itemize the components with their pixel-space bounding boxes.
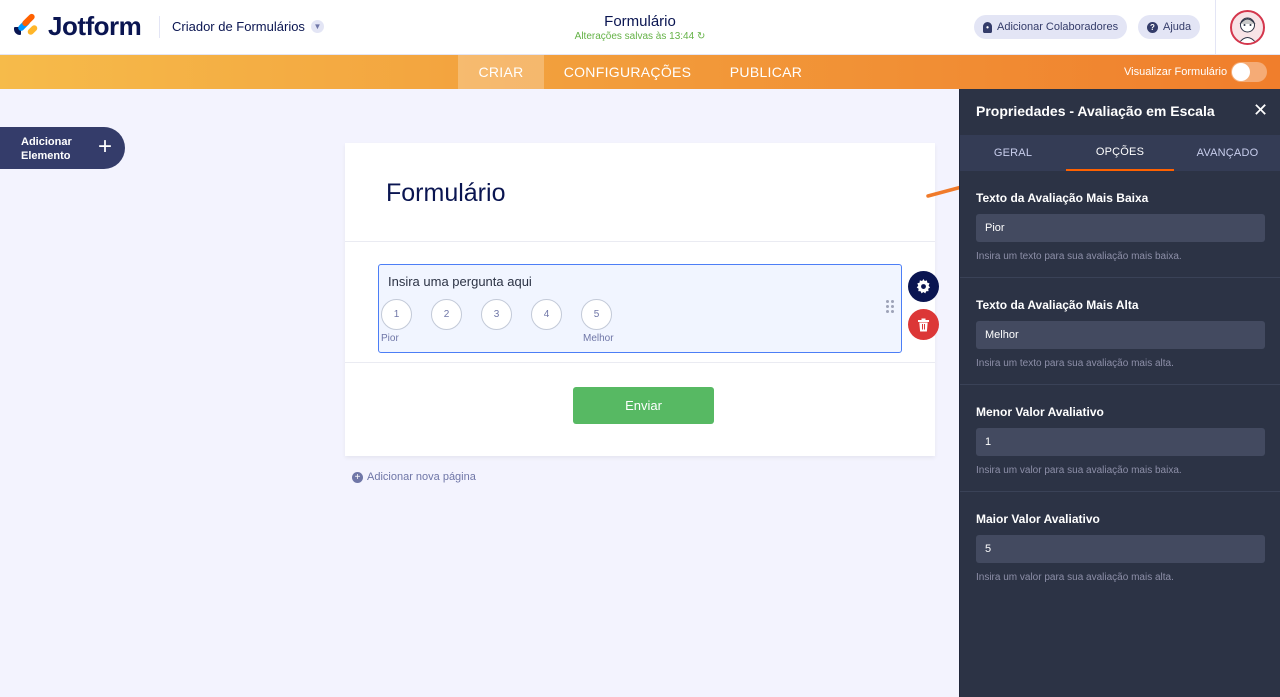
submit-button[interactable]: Enviar bbox=[573, 387, 714, 424]
lowest-rating-text-input[interactable]: Pior bbox=[976, 214, 1265, 242]
plus-icon: + bbox=[98, 133, 113, 160]
min-rating-value-label: Menor Valor Avaliativo bbox=[976, 405, 1104, 419]
highest-rating-text-label: Texto da Avaliação Mais Alta bbox=[976, 298, 1139, 312]
user-icon: • bbox=[983, 21, 992, 33]
lowest-rating-text-help: Insira um texto para sua avaliação mais … bbox=[976, 251, 1182, 262]
help-button[interactable]: ? Ajuda bbox=[1138, 15, 1201, 39]
add-new-page-label: Adicionar nova página bbox=[367, 471, 476, 483]
tab-publicar[interactable]: PUBLICAR bbox=[714, 55, 818, 89]
tab-geral[interactable]: GERAL bbox=[960, 135, 1066, 171]
high-rating-caption: Melhor bbox=[583, 333, 614, 344]
panel-title: Propriedades - Avaliação em Escala bbox=[976, 103, 1215, 119]
chevron-down-icon: ▼ bbox=[310, 20, 324, 33]
builder-label: Criador de Formulários bbox=[172, 19, 305, 34]
add-new-page-button[interactable]: + Adicionar nova página bbox=[352, 471, 476, 483]
form-title-header[interactable]: Formulário bbox=[540, 13, 740, 30]
add-collaborators-button[interactable]: • Adicionar Colaboradores bbox=[974, 15, 1128, 39]
min-rating-value-help: Insira um valor para sua avaliação mais … bbox=[976, 465, 1182, 476]
tab-criar[interactable]: CRIAR bbox=[458, 55, 544, 89]
rating-option-4[interactable]: 4 bbox=[531, 299, 562, 330]
preview-toggle[interactable] bbox=[1231, 62, 1267, 82]
logo-text: Jotform bbox=[48, 11, 142, 41]
form-heading[interactable]: Formulário bbox=[386, 179, 505, 208]
divider bbox=[345, 362, 935, 363]
avatar-area bbox=[1215, 0, 1280, 55]
max-rating-value-help: Insira um valor para sua avaliação mais … bbox=[976, 572, 1174, 583]
delete-button[interactable] bbox=[908, 309, 939, 340]
divider bbox=[345, 241, 935, 242]
rating-option-5[interactable]: 5 bbox=[581, 299, 612, 330]
min-rating-value-input[interactable]: 1 bbox=[976, 428, 1265, 456]
gear-icon bbox=[916, 279, 931, 294]
help-label: Ajuda bbox=[1163, 21, 1192, 33]
close-icon[interactable]: ✕ bbox=[1253, 100, 1268, 121]
lowest-rating-text-label: Texto da Avaliação Mais Baixa bbox=[976, 191, 1149, 205]
add-element-label: Adicionar Elemento bbox=[21, 136, 72, 162]
low-rating-caption: Pior bbox=[381, 333, 399, 344]
max-rating-value-input[interactable]: 5 bbox=[976, 535, 1265, 563]
top-bar: Jotform Criador de Formulários ▼ Formulá… bbox=[0, 0, 1280, 55]
save-status-text: Alterações salvas às 13:44 bbox=[574, 31, 695, 42]
header-divider bbox=[159, 16, 160, 38]
properties-panel: Propriedades - Avaliação em Escala ✕ GER… bbox=[959, 89, 1280, 697]
jotform-logo-icon bbox=[14, 12, 39, 39]
toggle-knob bbox=[1232, 63, 1250, 81]
refresh-icon: ↻ bbox=[696, 31, 706, 42]
avatar[interactable] bbox=[1230, 10, 1265, 45]
plus-circle-icon: + bbox=[352, 471, 363, 483]
properties-button[interactable] bbox=[908, 271, 939, 302]
drag-handle-icon[interactable] bbox=[886, 300, 896, 316]
rating-option-1[interactable]: 1 bbox=[381, 299, 412, 330]
scale-rating-question[interactable]: Insira uma pergunta aqui 1 2 3 4 5 Pior … bbox=[378, 264, 902, 353]
add-element-button[interactable]: Adicionar Elemento + bbox=[0, 127, 125, 169]
tab-opcoes[interactable]: OPÇÕES bbox=[1066, 135, 1174, 171]
rating-option-2[interactable]: 2 bbox=[431, 299, 462, 330]
rating-option-3[interactable]: 3 bbox=[481, 299, 512, 330]
highest-rating-text-help: Insira um texto para sua avaliação mais … bbox=[976, 358, 1174, 369]
save-status: Alterações salvas às 13:44 ↻ bbox=[540, 31, 740, 42]
trash-icon bbox=[918, 318, 929, 331]
max-rating-value-label: Maior Valor Avaliativo bbox=[976, 512, 1100, 526]
tab-avancado[interactable]: AVANÇADO bbox=[1174, 135, 1280, 171]
form-card: Formulário Insira uma pergunta aqui 1 2 … bbox=[345, 143, 939, 456]
highest-rating-text-input[interactable]: Melhor bbox=[976, 321, 1265, 349]
preview-form-label: Visualizar Formulário bbox=[1124, 66, 1228, 78]
panel-tabs: GERAL OPÇÕES AVANÇADO bbox=[960, 135, 1280, 171]
builder-nav: CRIAR CONFIGURAÇÕES PUBLICAR Visualizar … bbox=[0, 55, 1280, 89]
divider bbox=[960, 384, 1280, 385]
jotform-logo[interactable]: Jotform bbox=[14, 11, 142, 41]
help-icon: ? bbox=[1147, 21, 1158, 33]
tab-configuracoes[interactable]: CONFIGURAÇÕES bbox=[546, 55, 709, 89]
divider bbox=[960, 491, 1280, 492]
add-collaborators-label: Adicionar Colaboradores bbox=[997, 21, 1119, 33]
divider bbox=[960, 277, 1280, 278]
question-label[interactable]: Insira uma pergunta aqui bbox=[388, 274, 532, 289]
builder-dropdown[interactable]: Criador de Formulários ▼ bbox=[172, 19, 324, 34]
